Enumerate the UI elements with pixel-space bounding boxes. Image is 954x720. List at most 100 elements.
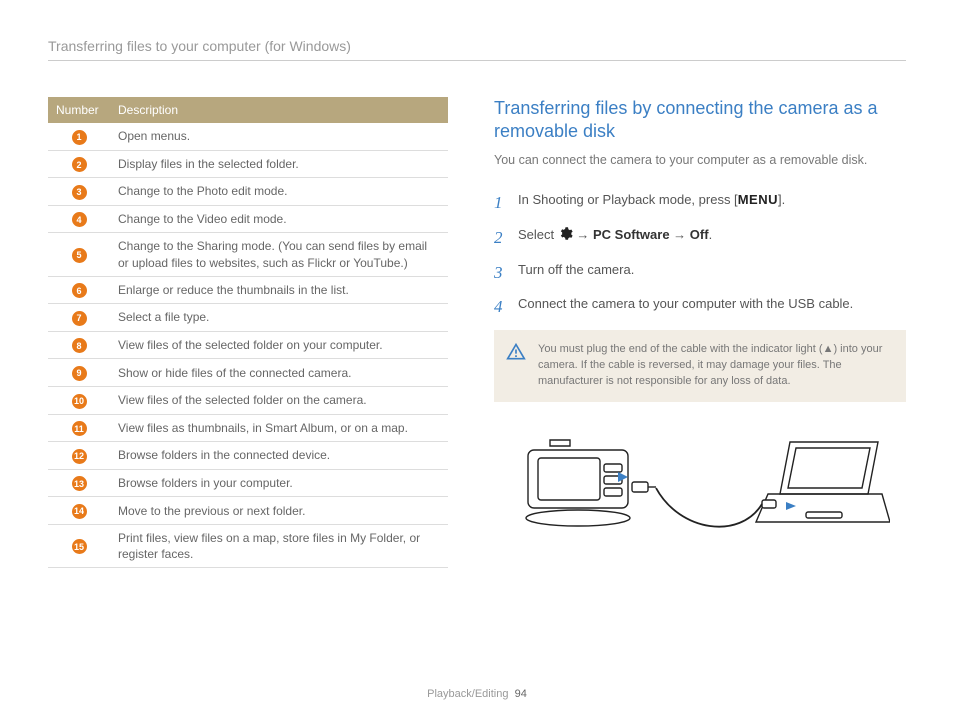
number-badge: 1 <box>72 130 87 145</box>
steps-list: 1 In Shooting or Playback mode, press [M… <box>494 191 906 320</box>
step-1: 1 In Shooting or Playback mode, press [M… <box>494 191 906 216</box>
table-row: 12 Browse folders in the connected device… <box>48 442 448 470</box>
step-2: 2 Select → PC Software → Off. <box>494 226 906 251</box>
row-description-cell: Change to the Photo edit mode. <box>110 178 448 206</box>
step-number: 3 <box>494 261 508 286</box>
step-4: 4 Connect the camera to your computer wi… <box>494 295 906 320</box>
number-badge: 13 <box>72 476 87 491</box>
description-table: Number Description 1 Open menus. 2 Display … <box>48 97 448 568</box>
step-1-b: ]. <box>778 192 785 207</box>
number-badge: 14 <box>72 504 87 519</box>
table-row: 4 Change to the Video edit mode. <box>48 205 448 233</box>
col-header-description: Description <box>110 97 448 123</box>
row-number-cell: 9 <box>48 359 110 387</box>
row-description-cell: View files as thumbnails, in Smart Album… <box>110 414 448 442</box>
table-row: 3 Change to the Photo edit mode. <box>48 178 448 206</box>
row-description-cell: Change to the Sharing mode. (You can sen… <box>110 233 448 276</box>
warning-text-a: You must plug the end of the cable with … <box>538 343 823 355</box>
row-description-cell: Print files, view files on a map, store … <box>110 524 448 567</box>
step-number: 2 <box>494 226 508 251</box>
number-badge: 12 <box>72 449 87 464</box>
step-number: 4 <box>494 295 508 320</box>
number-badge: 2 <box>72 157 87 172</box>
arrow: → <box>670 227 690 242</box>
step-3: 3 Turn off the camera. <box>494 261 906 286</box>
table-row: 13 Browse folders in your computer. <box>48 469 448 497</box>
row-number-cell: 8 <box>48 331 110 359</box>
warning-icon <box>506 342 526 368</box>
menu-label: MENU <box>738 191 778 210</box>
row-number-cell: 2 <box>48 150 110 178</box>
row-number-cell: 13 <box>48 469 110 497</box>
gear-icon <box>558 226 573 247</box>
table-row: 2 Display files in the selected folder. <box>48 150 448 178</box>
number-badge: 3 <box>72 185 87 200</box>
col-header-number: Number <box>48 97 110 123</box>
number-badge: 10 <box>72 394 87 409</box>
row-number-cell: 7 <box>48 304 110 332</box>
row-number-cell: 1 <box>48 123 110 150</box>
table-row: 6 Enlarge or reduce the thumbnails in the… <box>48 276 448 304</box>
page-footer: Playback/Editing 94 <box>0 688 954 700</box>
period: . <box>709 227 713 242</box>
table-row: 1 Open menus. <box>48 123 448 150</box>
table-row: 7 Select a file type. <box>48 304 448 332</box>
table-row: 11 View files as thumbnails, in Smart Alb… <box>48 414 448 442</box>
step-1-a: In Shooting or Playback mode, press [ <box>518 192 738 207</box>
row-description-cell: Browse folders in the connected device. <box>110 442 448 470</box>
row-number-cell: 6 <box>48 276 110 304</box>
off-label: Off <box>690 227 709 242</box>
step-number: 1 <box>494 191 508 216</box>
row-description-cell: Select a file type. <box>110 304 448 332</box>
row-number-cell: 14 <box>48 497 110 525</box>
header-rule <box>48 60 906 61</box>
row-number-cell: 4 <box>48 205 110 233</box>
left-column: Number Description 1 Open menus. 2 Display … <box>48 97 448 568</box>
table-row: 15 Print files, view files on a map, stor… <box>48 524 448 567</box>
row-number-cell: 15 <box>48 524 110 567</box>
number-badge: 8 <box>72 338 87 353</box>
row-description-cell: Open menus. <box>110 123 448 150</box>
connection-illustration <box>494 422 906 552</box>
row-number-cell: 5 <box>48 233 110 276</box>
table-row: 5 Change to the Sharing mode. (You can se… <box>48 233 448 276</box>
step-text: Turn off the camera. <box>518 261 634 286</box>
row-description-cell: Browse folders in your computer. <box>110 469 448 497</box>
number-badge: 11 <box>72 421 87 436</box>
pc-software-label: PC Software <box>593 227 670 242</box>
page-number: 94 <box>515 688 527 700</box>
right-column: Transferring files by connecting the cam… <box>494 97 906 568</box>
number-badge: 7 <box>72 311 87 326</box>
row-number-cell: 12 <box>48 442 110 470</box>
number-badge: 5 <box>72 248 87 263</box>
indicator-triangle: ▲ <box>823 343 834 355</box>
footer-section: Playback/Editing <box>427 688 508 700</box>
row-description-cell: View files of the selected folder on you… <box>110 331 448 359</box>
step-text: Select → PC Software → Off. <box>518 226 712 251</box>
number-badge: 9 <box>72 366 87 381</box>
row-description-cell: Enlarge or reduce the thumbnails in the … <box>110 276 448 304</box>
warning-box: You must plug the end of the cable with … <box>494 330 906 402</box>
number-badge: 6 <box>72 283 87 298</box>
step-text: Connect the camera to your computer with… <box>518 295 853 320</box>
row-number-cell: 11 <box>48 414 110 442</box>
table-row: 14 Move to the previous or next folder. <box>48 497 448 525</box>
row-description-cell: Change to the Video edit mode. <box>110 205 448 233</box>
step-2-a: Select <box>518 227 558 242</box>
row-number-cell: 3 <box>48 178 110 206</box>
step-text: In Shooting or Playback mode, press [MEN… <box>518 191 785 216</box>
page-header: Transferring files to your computer (for… <box>48 38 906 54</box>
number-badge: 15 <box>72 539 87 554</box>
table-row: 8 View files of the selected folder on yo… <box>48 331 448 359</box>
row-description-cell: View files of the selected folder on the… <box>110 387 448 415</box>
row-description-cell: Move to the previous or next folder. <box>110 497 448 525</box>
table-row: 10 View files of the selected folder on t… <box>48 387 448 415</box>
row-description-cell: Display files in the selected folder. <box>110 150 448 178</box>
section-heading: Transferring files by connecting the cam… <box>494 97 906 144</box>
row-description-cell: Show or hide files of the connected came… <box>110 359 448 387</box>
section-subtext: You can connect the camera to your compu… <box>494 152 906 170</box>
arrow: → <box>573 227 593 242</box>
row-number-cell: 10 <box>48 387 110 415</box>
table-row: 9 Show or hide files of the connected cam… <box>48 359 448 387</box>
number-badge: 4 <box>72 212 87 227</box>
